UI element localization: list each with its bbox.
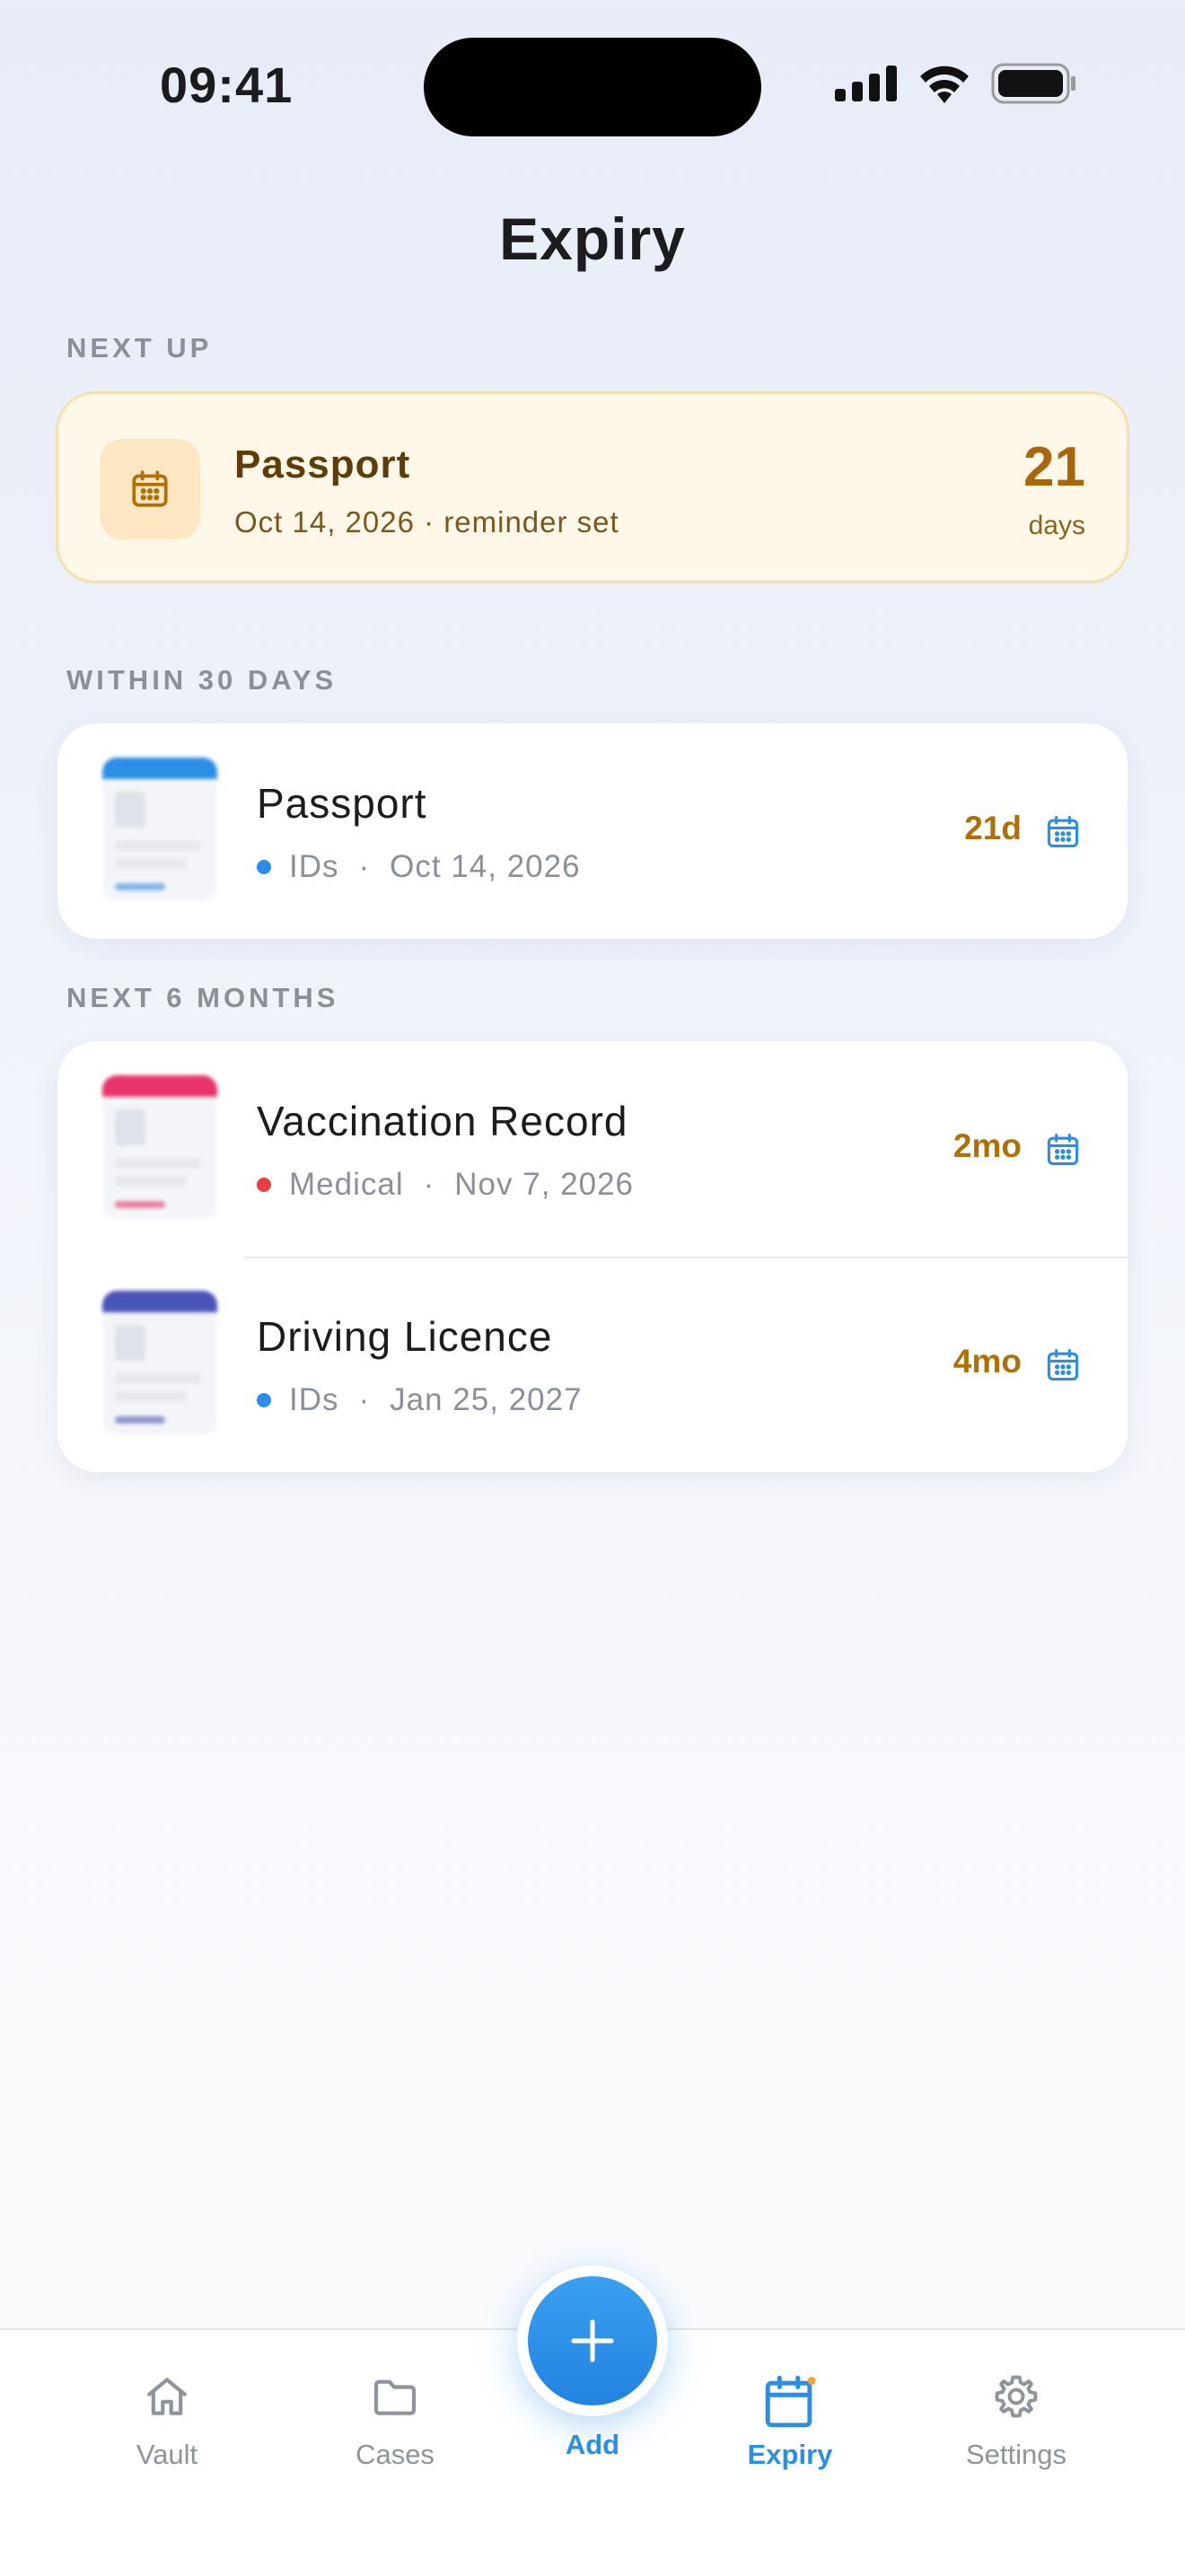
calendar-icon	[765, 2375, 816, 2428]
meta-separator: ·	[423, 1167, 435, 1202]
next-up-subtitle: Oct 14, 2026 · reminder set	[234, 505, 619, 539]
next-up-count: 21	[1023, 436, 1085, 498]
next-up-title: Passport	[234, 442, 411, 486]
battery-icon	[991, 63, 1075, 104]
calendar-icon[interactable]	[1043, 811, 1083, 853]
wifi-icon	[920, 66, 969, 103]
section-label-next-6-months: NEXT 6 MONTHS	[66, 982, 339, 1013]
thumbnail-band	[102, 1075, 217, 1097]
tab-settings[interactable]: Settings	[926, 2371, 1106, 2471]
tab-label: Expiry	[747, 2439, 833, 2470]
next-up-card[interactable]: Passport Oct 14, 2026 · reminder set 21 …	[56, 391, 1129, 583]
list-item[interactable]: Vaccination Record Medical · Nov 7, 2026…	[57, 1041, 1128, 1257]
row-divider	[244, 1257, 1128, 1258]
tab-label: Vault	[136, 2439, 198, 2470]
tab-expiry[interactable]: Expiry	[700, 2371, 880, 2471]
thumbnail-band	[102, 1291, 217, 1312]
gear-icon	[995, 2375, 1038, 2418]
next-up-unit: days	[1028, 511, 1085, 540]
category-dot	[257, 1178, 271, 1192]
tab-label: Cases	[356, 2439, 434, 2470]
item-date: Nov 7, 2026	[454, 1167, 635, 1202]
tab-label: Settings	[965, 2439, 1066, 2470]
add-button[interactable]	[517, 2265, 668, 2416]
calendar-icon[interactable]	[1043, 1129, 1083, 1170]
item-date: Jan 25, 2027	[390, 1382, 583, 1417]
list-item[interactable]: Driving Licence IDs · Jan 25, 2027 4mo	[57, 1257, 1128, 1472]
dynamic-island	[424, 38, 761, 136]
status-time: 09:41	[160, 57, 294, 113]
meta-separator: ·	[358, 1382, 371, 1417]
item-category: Medical	[289, 1167, 404, 1202]
item-title: Passport	[257, 780, 427, 827]
tab-cases[interactable]: Cases	[305, 2371, 485, 2471]
item-meta: IDs · Jan 25, 2027	[257, 1382, 583, 1418]
home-icon	[147, 2378, 187, 2415]
meta-separator: ·	[358, 849, 371, 884]
expiry-badge: 4mo	[952, 1343, 1022, 1380]
section-label-next-up: NEXT UP	[66, 332, 213, 364]
expiry-badge: 21d	[964, 810, 1022, 846]
section-label-within-30-days: WITHIN 30 DAYS	[66, 664, 338, 696]
item-title: Driving Licence	[257, 1313, 553, 1360]
within-30-days-list: Passport IDs · Oct 14, 2026 21d	[57, 723, 1128, 939]
next-6-months-list: Vaccination Record Medical · Nov 7, 2026…	[57, 1041, 1128, 1472]
list-item[interactable]: Passport IDs · Oct 14, 2026 21d	[57, 723, 1128, 939]
next-up-icon-tile	[100, 439, 200, 539]
category-dot	[257, 1393, 271, 1407]
document-thumbnail	[102, 1291, 217, 1434]
item-category: IDs	[289, 1382, 339, 1417]
item-meta: IDs · Oct 14, 2026	[257, 849, 581, 885]
tab-vault[interactable]: Vault	[77, 2371, 257, 2471]
page-title: Expiry	[499, 206, 686, 272]
status-icons	[835, 63, 1077, 104]
document-thumbnail	[102, 758, 217, 901]
item-meta: Medical · Nov 7, 2026	[257, 1167, 634, 1203]
add-button-fill	[528, 2276, 657, 2405]
expiry-badge: 2mo	[952, 1127, 1022, 1164]
cellular-signal-icon	[835, 66, 897, 101]
plus-icon	[571, 2319, 614, 2362]
folder-icon	[373, 2379, 417, 2415]
thumbnail-band	[102, 758, 217, 779]
calendar-icon	[132, 470, 168, 507]
category-dot	[257, 860, 271, 874]
item-title: Vaccination Record	[257, 1098, 628, 1144]
document-thumbnail	[102, 1075, 217, 1219]
add-button-label[interactable]: Add	[503, 2429, 682, 2461]
notification-dot	[807, 2377, 816, 2385]
item-category: IDs	[289, 849, 339, 884]
item-date: Oct 14, 2026	[390, 849, 581, 884]
calendar-icon[interactable]	[1043, 1345, 1083, 1386]
